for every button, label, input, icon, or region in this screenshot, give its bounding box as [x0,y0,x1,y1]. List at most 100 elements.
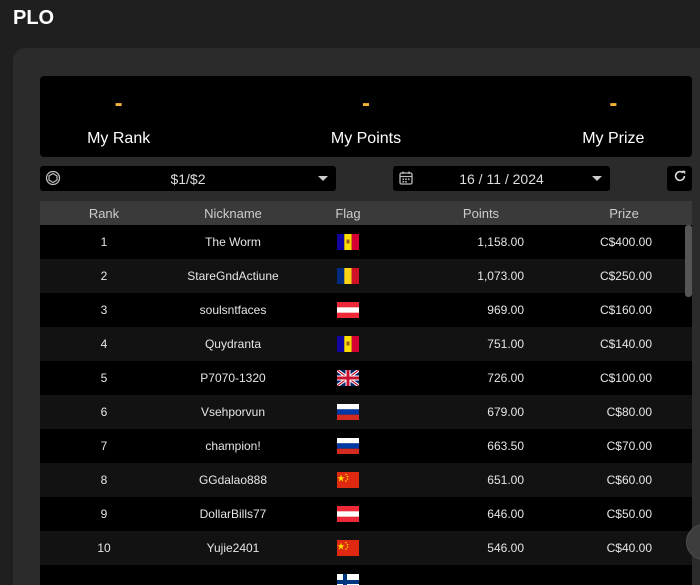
cell-nickname: DollarBills77 [199,507,267,521]
stat-my-rank: - My Rank [40,76,257,157]
cell-nickname: The Worm [205,235,261,249]
cell-prize: C$100.00 [599,371,652,385]
cell-flag [298,268,398,284]
cell-flag [298,404,398,420]
cell-nickname: Yujie2401 [206,541,260,555]
header-flag[interactable]: Flag [298,206,398,221]
cell-prize: C$40.00 [606,541,652,555]
table-row[interactable]: 9 DollarBills77 646.00 C$50.00 [40,497,692,531]
header-prize[interactable]: Prize [564,206,684,221]
cell-flag [298,506,398,522]
stat-value: - [609,90,618,117]
cell-points: 663.50 [487,439,524,453]
cell-flag [298,234,398,250]
russia-flag-icon [337,404,359,420]
table-row[interactable]: 8 GGdalao888 651.00 C$60.00 [40,463,692,497]
stat-label: My Prize [582,130,645,147]
chevron-down-icon [592,176,602,181]
cell-points: 679.00 [487,405,524,419]
table-row[interactable] [40,565,692,585]
cell-flag [298,540,398,556]
cell-prize: C$250.00 [599,269,652,283]
cell-points [398,575,564,585]
table-row[interactable]: 2 StareGndActiune 1,073.00 C$250.00 [40,259,692,293]
header-rank[interactable]: Rank [40,206,168,221]
andorra-flag-icon [337,234,359,250]
table-body: 1 The Worm 1,158.00 C$400.00 2 StareGndActiun… [40,225,692,585]
cell-points: 546.00 [487,541,524,555]
finland-flag-icon [337,574,359,585]
chip-icon [45,170,61,186]
calendar-icon [398,170,414,186]
cell-prize: C$140.00 [599,337,652,351]
cell-nickname: Vsehporvun [200,405,266,419]
stat-my-prize: - My Prize [475,76,692,157]
stakes-select[interactable]: $1/$2 [40,166,336,191]
cell-nickname: StareGndActiune [187,269,279,283]
stat-value: - [361,90,370,117]
andorra-flag-icon [337,336,359,352]
date-picker[interactable]: 16 / 11 / 2024 [393,166,610,191]
cell-points: 751.00 [487,337,524,351]
cell-prize: C$160.00 [599,303,652,317]
table-row[interactable]: 4 Quydranta 751.00 C$140.00 [40,327,692,361]
stakes-value: $1/$2 [170,170,206,187]
cell-rank: 1 [100,235,108,249]
cell-points: 969.00 [487,303,524,317]
cell-rank: 5 [100,371,108,385]
cell-prize: C$70.00 [606,439,652,453]
date-value: 16 / 11 / 2024 [459,170,544,187]
cell-points: 1,158.00 [477,235,524,249]
cell-prize: C$400.00 [599,235,652,249]
cell-nickname: Quydranta [204,337,262,351]
table-row[interactable]: 6 Vsehporvun 679.00 C$80.00 [40,395,692,429]
cell-nickname: champion! [205,439,261,453]
cell-rank: 2 [100,269,108,283]
table-row[interactable]: 5 P7070-1320 726.00 C$100.00 [40,361,692,395]
russia-flag-icon [337,438,359,454]
cell-points: 651.00 [487,473,524,487]
table-row[interactable]: 3 soulsntfaces 969.00 C$160.00 [40,293,692,327]
stats-bar: - My Rank - My Points - My Prize [40,76,692,157]
cell-flag [298,472,398,488]
header-nickname[interactable]: Nickname [168,206,298,221]
cell-points: 646.00 [487,507,524,521]
cell-nickname: P7070-1320 [200,371,266,385]
table-row[interactable]: 7 champion! 663.50 C$70.00 [40,429,692,463]
cell-flag [298,336,398,352]
cell-rank: 10 [97,541,111,555]
table-row[interactable]: 10 Yujie2401 546.00 C$40.00 [40,531,692,565]
cell-rank: 6 [100,405,108,419]
table-row[interactable]: 1 The Worm 1,158.00 C$400.00 [40,225,692,259]
cell-points: 726.00 [487,371,524,385]
cell-rank: 8 [100,473,108,487]
cell-rank: 4 [100,337,108,351]
chevron-down-icon [318,176,328,181]
page-title: PLO [13,7,55,29]
cell-flag [298,302,398,318]
cell-rank: 3 [100,303,108,317]
scrollbar[interactable] [685,225,692,297]
cell-nickname: GGdalao888 [198,473,268,487]
header-points[interactable]: Points [398,206,564,221]
stat-my-points: - My Points [257,76,474,157]
cell-flag [298,370,398,386]
refresh-icon [673,169,687,188]
austria-flag-icon [337,302,359,318]
refresh-button[interactable] [667,166,692,191]
romania-flag-icon [337,268,359,284]
cell-rank: 7 [100,439,108,453]
stat-label: My Points [330,130,402,147]
china-flag-icon [337,472,359,488]
cell-nickname: soulsntfaces [199,303,267,317]
cell-rank: 9 [100,507,108,521]
cell-prize: C$50.00 [606,507,652,521]
cell-flag [298,574,398,585]
cell-flag [298,438,398,454]
cell-prize: C$80.00 [606,405,652,419]
china-flag-icon [337,540,359,556]
cell-points: 1,073.00 [477,269,524,283]
uk-flag-icon [337,370,359,386]
stat-value: - [114,90,123,117]
cell-prize: C$60.00 [606,473,652,487]
